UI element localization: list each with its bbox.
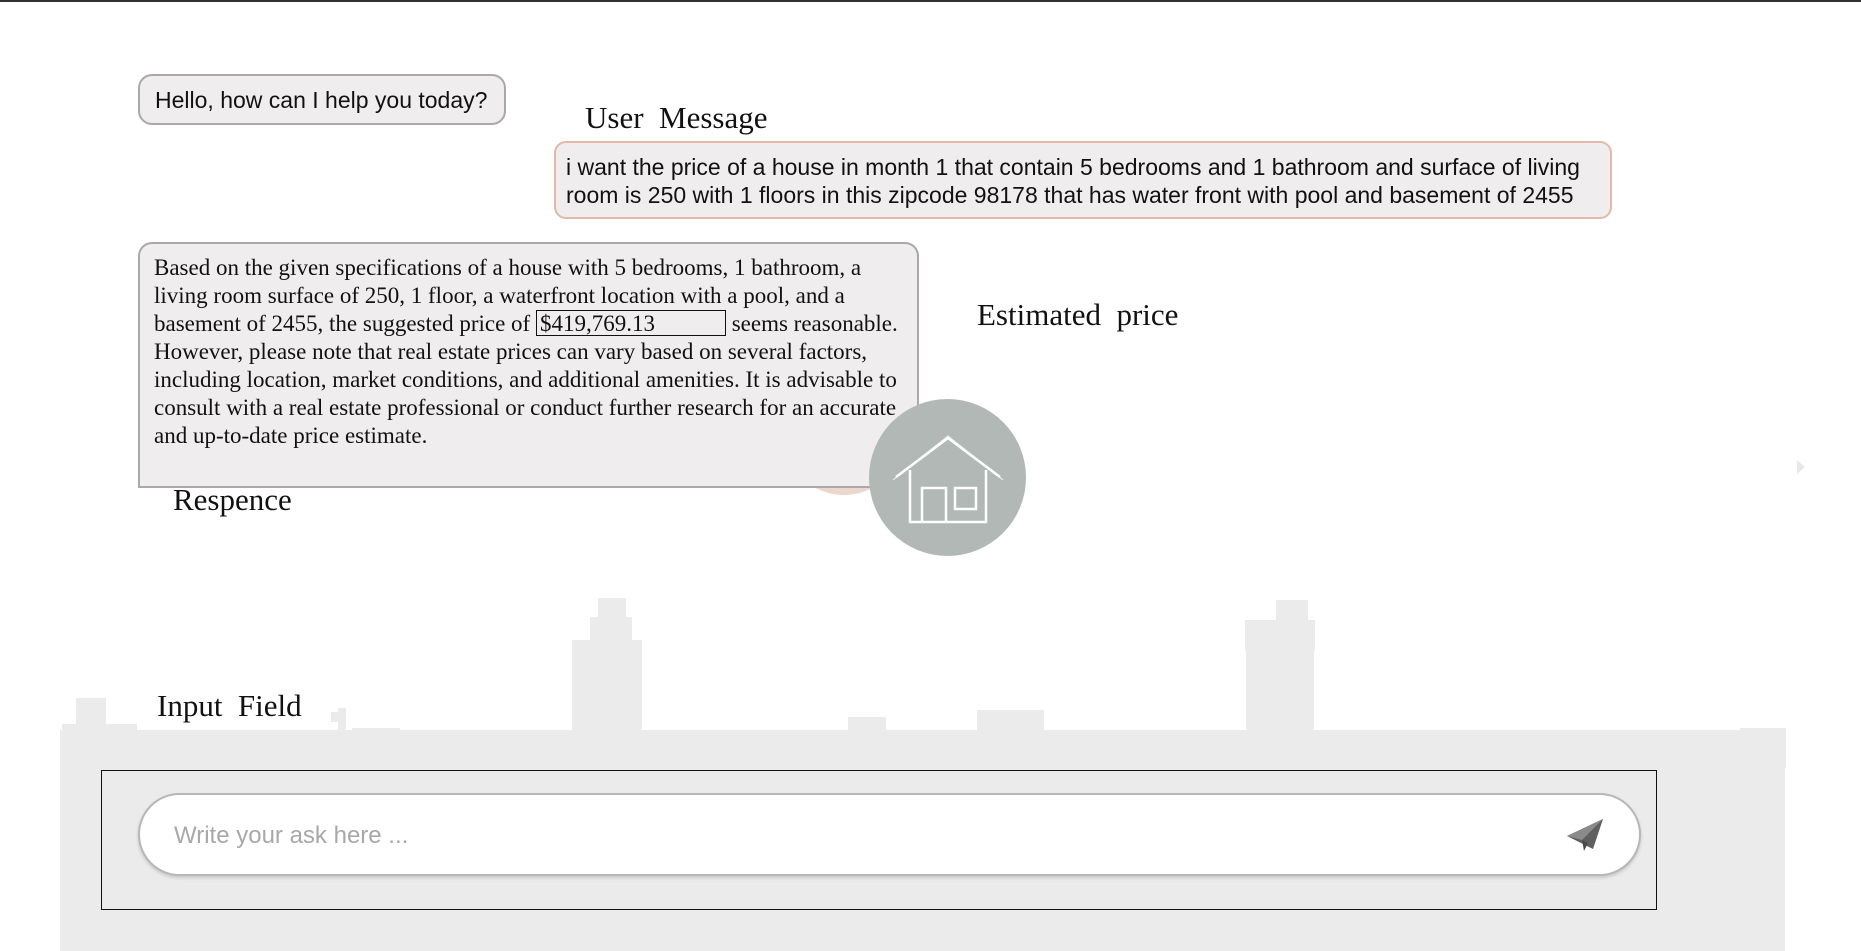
bot-greeting-message: Hello, how can I help you today? <box>138 74 506 125</box>
bot-response-message: Based on the given specifications of a h… <box>138 242 919 488</box>
annotation-estimated-price: Estimated price <box>977 297 1179 332</box>
annotation-response: Respence <box>173 482 292 517</box>
annotation-user-message: User Message <box>585 100 768 135</box>
bot-greeting-text: Hello, how can I help you today? <box>155 87 488 113</box>
annotation-input-field: Input Field <box>157 688 302 723</box>
chevron-right-icon[interactable] <box>1795 458 1807 476</box>
paper-plane-send-icon <box>1567 819 1603 851</box>
user-message-text: i want the price of a house in month 1 t… <box>566 154 1580 208</box>
house-icon <box>869 399 1026 556</box>
chat-input[interactable] <box>172 813 1556 859</box>
send-button[interactable] <box>1561 811 1609 857</box>
user-message-bubble: i want the price of a house in month 1 t… <box>554 141 1612 219</box>
chat-input-container[interactable] <box>138 793 1641 876</box>
estimated-price-value: $419,769.13 <box>535 310 726 336</box>
